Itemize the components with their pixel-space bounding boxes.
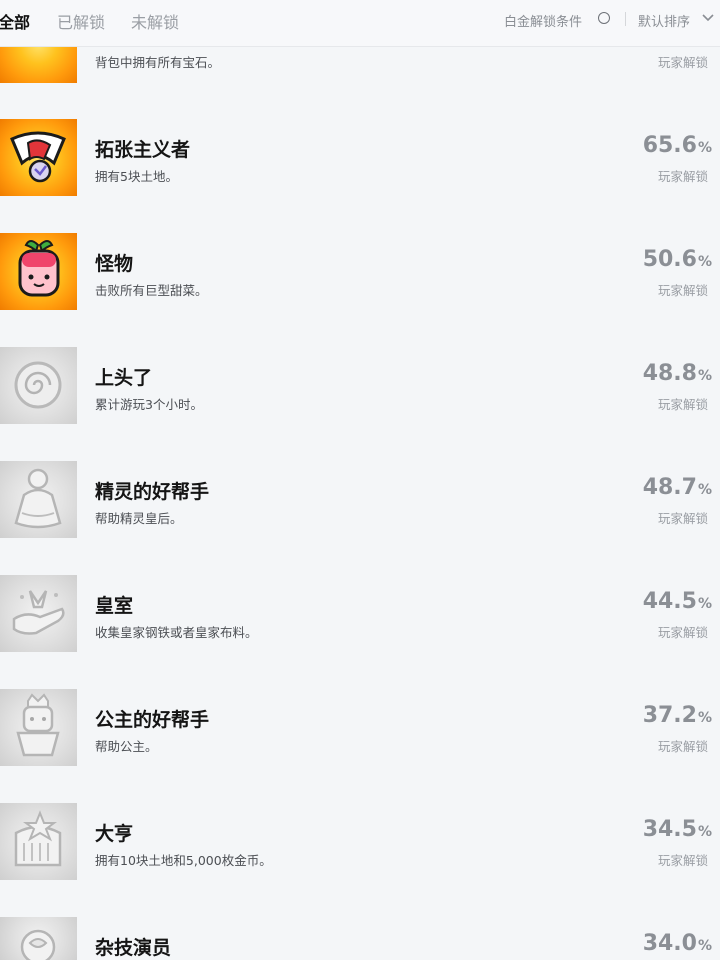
spiral-eye-icon (0, 347, 77, 424)
flag-sign-icon (0, 119, 77, 196)
achievement-row[interactable]: 杂技演员 34.0% (0, 917, 720, 960)
achievement-description: 击败所有巨型甜菜。 (95, 283, 208, 298)
achievement-description: 收集皇家钢铁或者皇家布料。 (95, 625, 258, 640)
achievement-row[interactable]: 精灵的好帮手 帮助精灵皇后。 48.7% 玩家解锁 (0, 461, 720, 575)
players-unlocked-label: 玩家解锁 (657, 511, 708, 526)
princess-icon (0, 689, 77, 766)
achievement-title: 精灵的好帮手 (95, 481, 210, 503)
sort-dropdown[interactable]: 默认排序 (638, 11, 690, 30)
achievement-row[interactable]: 大亨 拥有10块土地和5,000枚金币。 34.5% 玩家解锁 (0, 803, 720, 917)
achievement-title: 拓张主义者 (95, 139, 191, 161)
tycoon-icon (0, 803, 77, 880)
achievement-description: 累计游玩3个小时。 (95, 397, 203, 412)
unlock-percent: 34.5% (642, 817, 712, 842)
achievement-title: 皇室 (95, 595, 134, 617)
header-divider (625, 12, 626, 26)
platinum-condition-label[interactable]: 白金解锁条件 (504, 11, 582, 30)
players-unlocked-label: 玩家解锁 (657, 169, 708, 184)
tab-locked[interactable]: 未解锁 (131, 9, 179, 33)
achievement-row[interactable]: 怪物 击败所有巨型甜菜。 50.6% 玩家解锁 (0, 233, 720, 347)
fairy-queen-icon (0, 461, 77, 538)
unlock-percent: 44.5% (642, 589, 712, 614)
achievement-row[interactable]: 皇室 收集皇家钢铁或者皇家布料。 44.5% 玩家解锁 (0, 575, 720, 689)
achievement-title: 怪物 (95, 253, 134, 275)
chevron-down-icon[interactable] (701, 10, 715, 24)
players-unlocked-label: 玩家解锁 (657, 55, 708, 70)
platinum-condition-toggle[interactable] (598, 12, 610, 24)
players-unlocked-label: 玩家解锁 (657, 853, 708, 868)
achievement-title: 大亨 (95, 823, 134, 845)
achievement-description: 拥有10块土地和5,000枚金币。 (95, 853, 272, 868)
unlock-percent: 48.8% (642, 361, 712, 386)
achievement-description: 帮助公主。 (95, 739, 158, 754)
players-unlocked-label: 玩家解锁 (657, 739, 708, 754)
achievement-row[interactable]: 拓张主义者 拥有5块土地。 65.6% 玩家解锁 (0, 119, 720, 233)
unlock-percent: 37.2% (642, 703, 712, 728)
acrobat-icon (0, 917, 77, 960)
unlock-percent: 65.6% (642, 133, 712, 158)
unlock-percent: 50.6% (642, 247, 712, 272)
achievement-description: 背包中拥有所有宝石。 (95, 55, 221, 70)
filter-header: 全部 已解锁 未解锁 白金解锁条件 默认排序 (0, 0, 720, 47)
achievement-row[interactable]: 公主的好帮手 帮助公主。 37.2% 玩家解锁 (0, 689, 720, 803)
players-unlocked-label: 玩家解锁 (657, 625, 708, 640)
unlock-percent: 34.0% (642, 931, 712, 956)
royal-hand-icon (0, 575, 77, 652)
achievement-row[interactable]: 上头了 累计游玩3个小时。 48.8% 玩家解锁 (0, 347, 720, 461)
achievement-title: 上头了 (95, 367, 153, 389)
players-unlocked-label: 玩家解锁 (657, 397, 708, 412)
achievement-title: 杂技演员 (95, 937, 172, 959)
giant-beet-icon (0, 233, 77, 310)
achievement-description: 帮助精灵皇后。 (95, 511, 183, 526)
players-unlocked-label: 玩家解锁 (657, 283, 708, 298)
achievement-title: 公主的好帮手 (95, 709, 210, 731)
tab-all[interactable]: 全部 (0, 9, 30, 33)
achievement-description: 拥有5块土地。 (95, 169, 178, 184)
tab-unlocked[interactable]: 已解锁 (57, 9, 105, 33)
unlock-percent: 48.7% (642, 475, 712, 500)
